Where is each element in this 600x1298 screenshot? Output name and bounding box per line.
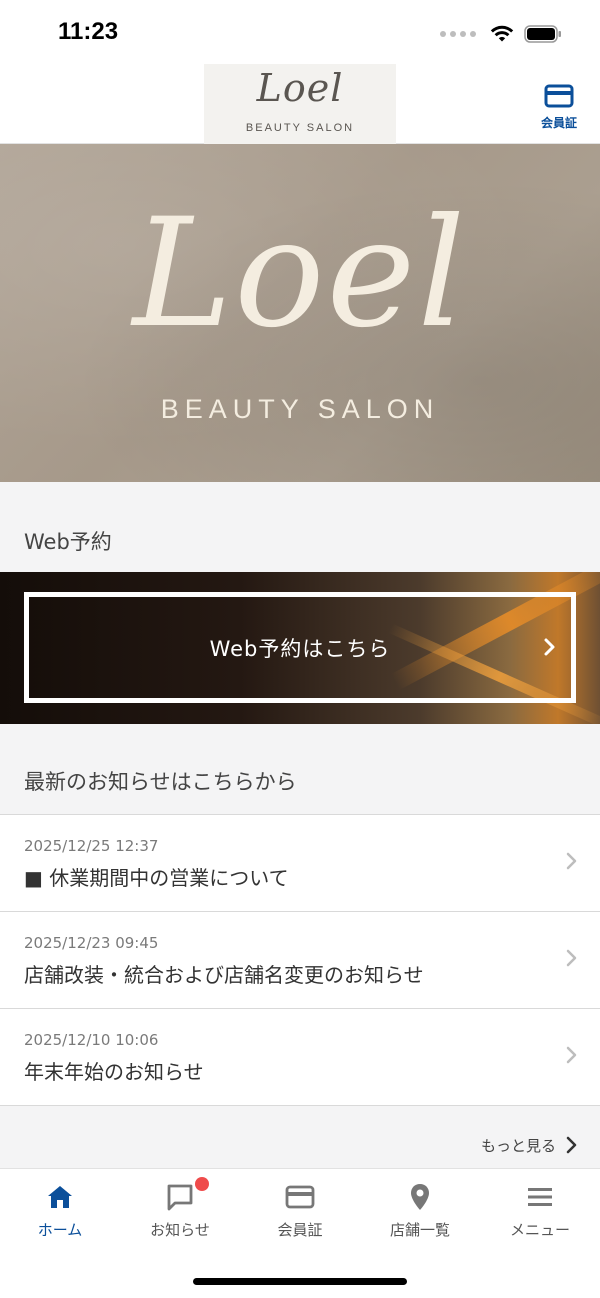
member-card-button[interactable]: 会員証 bbox=[536, 84, 582, 130]
home-indicator bbox=[193, 1278, 407, 1285]
more-news-link[interactable]: もっと見る bbox=[481, 1132, 578, 1158]
card-icon bbox=[544, 84, 574, 108]
tab-label: ホーム bbox=[37, 1221, 83, 1239]
news-date: 2025/12/23 09:45 bbox=[24, 934, 159, 952]
status-icons bbox=[440, 22, 562, 46]
signal-icon bbox=[440, 31, 476, 37]
hero-logo-subtitle: BEAUTY SALON bbox=[160, 394, 440, 424]
tab-notices[interactable]: お知らせ bbox=[120, 1169, 240, 1245]
member-card-label: 会員証 bbox=[540, 116, 577, 130]
more-news-label: もっと見る bbox=[480, 1136, 556, 1155]
hero-banner: Loel BEAUTY SALON bbox=[0, 144, 600, 482]
app-header: Loel BEAUTY SALON 会員証 bbox=[0, 64, 600, 144]
location-pin-icon bbox=[411, 1184, 429, 1210]
tab-home[interactable]: ホーム bbox=[0, 1169, 120, 1245]
tab-menu[interactable]: メニュー bbox=[480, 1169, 600, 1245]
tab-label: メニュー bbox=[509, 1221, 570, 1239]
tab-label: 店舗一覧 bbox=[389, 1221, 450, 1239]
hamburger-menu-icon bbox=[528, 1188, 552, 1206]
tab-label: お知らせ bbox=[150, 1221, 210, 1239]
chat-icon bbox=[167, 1184, 193, 1211]
chevron-right-icon bbox=[566, 1136, 577, 1154]
news-date: 2025/12/10 10:06 bbox=[24, 1031, 159, 1049]
web-reserve-button-label: Web予約はこちら bbox=[209, 637, 391, 661]
news-list-item[interactable]: 2025/12/25 12:37 ■ 休業期間中の営業について bbox=[0, 815, 600, 912]
status-bar: 11:23 bbox=[0, 0, 600, 64]
chevron-right-icon bbox=[566, 852, 577, 870]
battery-icon bbox=[524, 25, 561, 43]
tab-label: 会員証 bbox=[277, 1221, 323, 1239]
news-list: 2025/12/25 12:37 ■ 休業期間中の営業について 2025/12/… bbox=[0, 814, 600, 1106]
status-time: 11:23 bbox=[58, 18, 119, 45]
news-section-title: 最新のお知らせはこちらから bbox=[24, 770, 297, 794]
tab-store-list[interactable]: 店舗一覧 bbox=[360, 1169, 480, 1245]
news-list-item[interactable]: 2025/12/10 10:06 年末年始のお知らせ bbox=[0, 1009, 600, 1106]
wifi-icon bbox=[490, 25, 514, 42]
news-title: 年末年始のお知らせ bbox=[24, 1060, 204, 1084]
card-icon bbox=[285, 1185, 315, 1209]
notification-badge bbox=[195, 1177, 209, 1191]
news-list-item[interactable]: 2025/12/23 09:45 店舗改装・統合および店舗名変更のお知らせ bbox=[0, 912, 600, 1009]
tab-member-card[interactable]: 会員証 bbox=[240, 1169, 360, 1245]
header-logo-script: Loel bbox=[256, 66, 344, 110]
home-icon bbox=[48, 1186, 72, 1208]
news-title: 店舗改装・統合および店舗名変更のお知らせ bbox=[24, 963, 424, 987]
hero-logo-script: Loel bbox=[132, 187, 468, 361]
chevron-right-icon bbox=[544, 638, 555, 656]
news-date: 2025/12/25 12:37 bbox=[24, 837, 159, 855]
chevron-right-icon bbox=[566, 949, 577, 967]
header-logo-subtitle: BEAUTY SALON bbox=[245, 122, 355, 134]
web-reserve-button[interactable]: Web予約はこちら bbox=[24, 592, 576, 703]
header-logo: Loel BEAUTY SALON bbox=[204, 64, 396, 144]
web-reserve-banner: Web予約はこちら bbox=[0, 572, 600, 724]
chevron-right-icon bbox=[566, 1046, 577, 1064]
web-reserve-section-title: Web予約 bbox=[24, 530, 112, 554]
news-title: ■ 休業期間中の営業について bbox=[24, 866, 289, 890]
